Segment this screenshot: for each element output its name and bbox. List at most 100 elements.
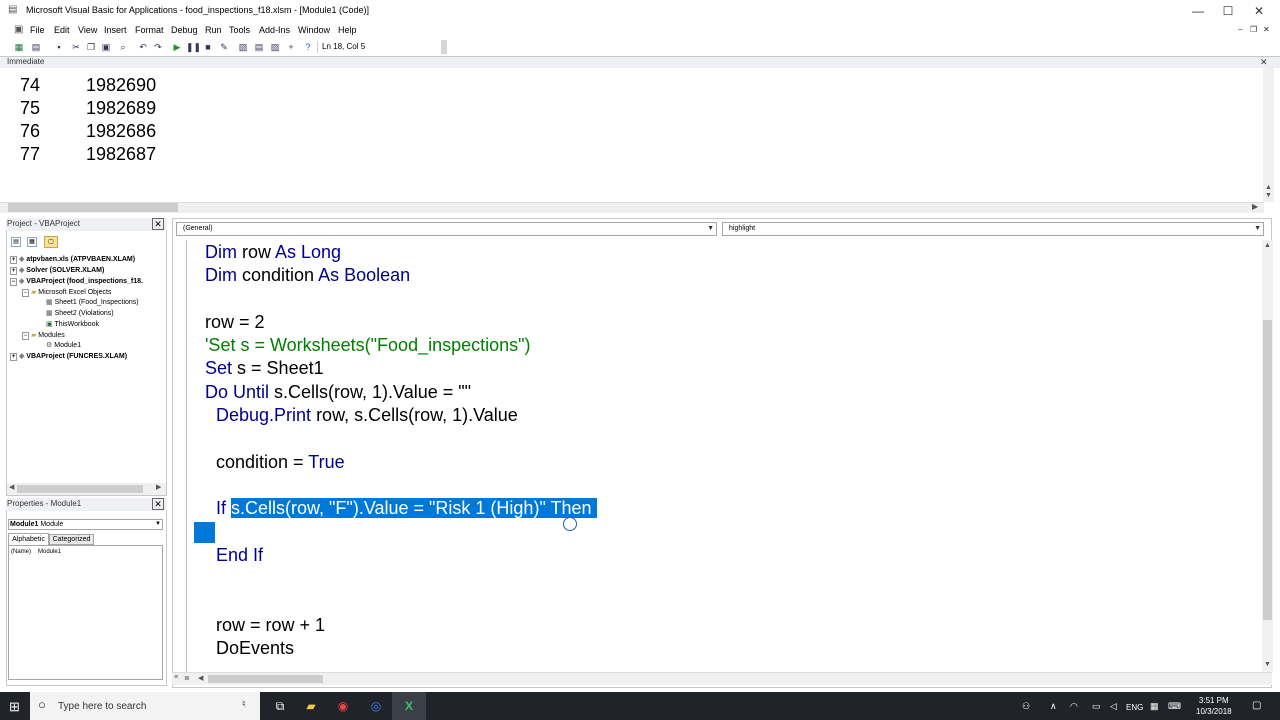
keyboard-icon[interactable]: ⌨ bbox=[1168, 701, 1181, 712]
save-icon[interactable]: ▪ bbox=[53, 41, 65, 53]
minimize-button[interactable]: — bbox=[1183, 0, 1213, 22]
properties-close-icon[interactable]: ✕ bbox=[152, 498, 164, 510]
project-explorer-icon[interactable]: ▧ bbox=[237, 41, 249, 53]
procedure-view-icon[interactable]: ≡ bbox=[174, 674, 178, 681]
expander-icon[interactable]: − bbox=[22, 332, 29, 340]
paste-icon[interactable]: ▣ bbox=[100, 41, 112, 53]
task-view-icon[interactable]: ⧉ bbox=[272, 698, 288, 714]
chevron-down-icon[interactable]: ▼ bbox=[155, 520, 161, 529]
code-line-3[interactable]: row = 2 bbox=[205, 312, 265, 333]
immediate-window[interactable]: 74 1982690 75 1982689 76 1982686 77 1982… bbox=[0, 68, 1264, 202]
run-icon[interactable]: ▶ bbox=[171, 41, 183, 53]
chrome-icon[interactable]: ◉ bbox=[335, 698, 351, 714]
code-line-5[interactable]: Set s = Sheet1 bbox=[205, 358, 324, 379]
child-close-button[interactable]: ✕ bbox=[1263, 25, 1270, 34]
close-button[interactable]: ✕ bbox=[1244, 0, 1274, 22]
view-code-icon[interactable]: ▤ bbox=[11, 237, 21, 247]
reset-icon[interactable]: ■ bbox=[202, 41, 214, 53]
tab-categorized[interactable]: Categorized bbox=[49, 534, 94, 545]
toolbox-icon[interactable]: ✦ bbox=[285, 41, 297, 53]
action-center-icon[interactable]: ▢ bbox=[1252, 700, 1261, 711]
ime-icon[interactable]: ▦ bbox=[1150, 701, 1159, 712]
tree-node-funcres[interactable]: + ◈ VBAProject (FUNCRES.XLAM) bbox=[10, 352, 127, 361]
redo-icon[interactable]: ↷ bbox=[152, 41, 164, 53]
tree-node-solver[interactable]: + ◈ Solver (SOLVER.XLAM) bbox=[10, 266, 104, 275]
taskbar-search[interactable]: ○ Type here to search ♮ bbox=[30, 692, 260, 720]
network-icon[interactable]: ◠ bbox=[1070, 701, 1078, 712]
immediate-horizontal-scrollbar[interactable]: ▶ bbox=[0, 202, 1264, 213]
scroll-right-arrow-icon[interactable]: ▶ bbox=[156, 483, 161, 491]
break-icon[interactable]: ❚❚ bbox=[186, 41, 201, 53]
menu-addins[interactable]: Add-Ins bbox=[259, 25, 290, 35]
microphone-icon[interactable]: ♮ bbox=[242, 699, 246, 710]
expander-icon[interactable]: + bbox=[10, 353, 17, 361]
code-line-9[interactable]: If s.Cells(row, "F").Value = "Risk 1 (Hi… bbox=[216, 498, 597, 519]
menu-window[interactable]: Window bbox=[298, 25, 330, 35]
menu-insert[interactable]: Insert bbox=[104, 25, 127, 35]
find-icon[interactable]: ⌕ bbox=[117, 41, 129, 53]
code-margin-indicator-bar[interactable] bbox=[186, 240, 187, 672]
expander-icon[interactable]: + bbox=[10, 267, 17, 275]
code-line-11[interactable]: row = row + 1 bbox=[216, 615, 325, 636]
code-line-comment[interactable]: 'Set s = Worksheets("Food_inspections") bbox=[205, 335, 531, 356]
property-value[interactable]: Module1 bbox=[38, 549, 61, 555]
help-icon[interactable]: ? bbox=[302, 41, 314, 53]
show-hidden-icons-icon[interactable]: ∧ bbox=[1050, 701, 1057, 712]
tree-node-atpvbaen[interactable]: + ◈ atpvbaen.xls (ATPVBAEN.XLAM) bbox=[10, 255, 135, 264]
maximize-button[interactable]: ☐ bbox=[1213, 0, 1243, 22]
immediate-close-icon[interactable]: ✕ bbox=[1260, 57, 1268, 68]
expander-icon[interactable]: − bbox=[10, 278, 17, 286]
tree-node-module1[interactable]: ⚙ Module1 bbox=[46, 341, 81, 349]
code-line-12[interactable]: DoEvents bbox=[216, 638, 294, 659]
tab-alphabetic[interactable]: Alphabetic bbox=[8, 533, 49, 545]
tree-node-excel-objects[interactable]: − ▰ Microsoft Excel Objects bbox=[22, 288, 111, 297]
scroll-right-arrow-icon[interactable]: ▶ bbox=[1252, 202, 1258, 211]
screen-recorder-icon[interactable]: ◎ bbox=[368, 698, 384, 714]
code-line-10[interactable]: End If bbox=[216, 545, 263, 566]
menu-debug[interactable]: Debug bbox=[171, 25, 198, 35]
immediate-vertical-scrollbar[interactable]: ▲ ▼ bbox=[1263, 68, 1274, 202]
language-indicator[interactable]: ENG bbox=[1126, 703, 1143, 712]
code-line-2[interactable]: Dim condition As Boolean bbox=[205, 265, 410, 286]
toggle-folders-icon[interactable]: ▢ bbox=[44, 236, 58, 248]
expander-icon[interactable]: + bbox=[10, 256, 17, 264]
scroll-down-arrow-icon[interactable]: ▼ bbox=[1265, 192, 1272, 199]
project-horizontal-scrollbar[interactable]: ◀ ▶ bbox=[7, 483, 166, 495]
tree-node-sheet1[interactable]: ▦ Sheet1 (Food_Inspections) bbox=[46, 298, 139, 306]
battery-icon[interactable]: ▭ bbox=[1092, 701, 1101, 712]
full-module-view-icon[interactable]: ≣ bbox=[184, 674, 190, 682]
code-line-6[interactable]: Do Until s.Cells(row, 1).Value = "" bbox=[205, 382, 471, 403]
code-line-1[interactable]: Dim row As Long bbox=[205, 242, 341, 263]
scrollbar-thumb[interactable] bbox=[1263, 320, 1272, 620]
scroll-up-arrow-icon[interactable]: ▲ bbox=[1265, 184, 1272, 191]
project-close-icon[interactable]: ✕ bbox=[152, 218, 164, 230]
properties-window-icon[interactable]: ▤ bbox=[253, 41, 265, 53]
cut-icon[interactable]: ✂ bbox=[70, 41, 82, 53]
undo-icon[interactable]: ↶ bbox=[137, 41, 149, 53]
object-combo[interactable]: (General) ▼ bbox=[176, 222, 717, 236]
scroll-up-arrow-icon[interactable]: ▲ bbox=[1264, 242, 1271, 249]
tree-node-modules[interactable]: − ▰ Modules bbox=[22, 331, 65, 340]
object-browser-icon[interactable]: ▨ bbox=[269, 41, 281, 53]
menu-view[interactable]: View bbox=[78, 25, 97, 35]
chevron-down-icon[interactable]: ▼ bbox=[707, 223, 714, 235]
view-object-icon[interactable]: ▦ bbox=[27, 237, 37, 247]
menu-format[interactable]: Format bbox=[135, 25, 164, 35]
procedure-combo[interactable]: highlight ▼ bbox=[722, 222, 1264, 236]
design-mode-icon[interactable]: ✎ bbox=[218, 41, 230, 53]
code-vertical-scrollbar[interactable]: ▲ ▼ bbox=[1262, 240, 1273, 672]
menu-file[interactable]: File bbox=[30, 25, 45, 35]
excel-icon[interactable]: X bbox=[401, 698, 417, 714]
child-minimize-button[interactable]: – bbox=[1238, 25, 1242, 34]
code-line-8[interactable]: condition = True bbox=[216, 452, 345, 473]
file-explorer-icon[interactable]: ▰ bbox=[303, 698, 319, 714]
system-clock[interactable]: 3:51 PM 10/3/2018 bbox=[1196, 695, 1232, 717]
tree-node-vbaproject-food[interactable]: − ◈ VBAProject (food_inspections_f18. bbox=[10, 277, 143, 286]
scrollbar-thumb[interactable] bbox=[8, 203, 178, 212]
insert-userform-icon[interactable]: ▤ bbox=[30, 41, 42, 53]
scroll-left-arrow-icon[interactable]: ◀ bbox=[9, 483, 14, 491]
child-restore-button[interactable]: ❐ bbox=[1250, 25, 1257, 34]
windows-start-icon[interactable]: ⊞ bbox=[9, 699, 20, 715]
toolbar-overflow-handle[interactable] bbox=[441, 40, 447, 54]
people-icon[interactable]: ⚇ bbox=[1022, 701, 1030, 712]
